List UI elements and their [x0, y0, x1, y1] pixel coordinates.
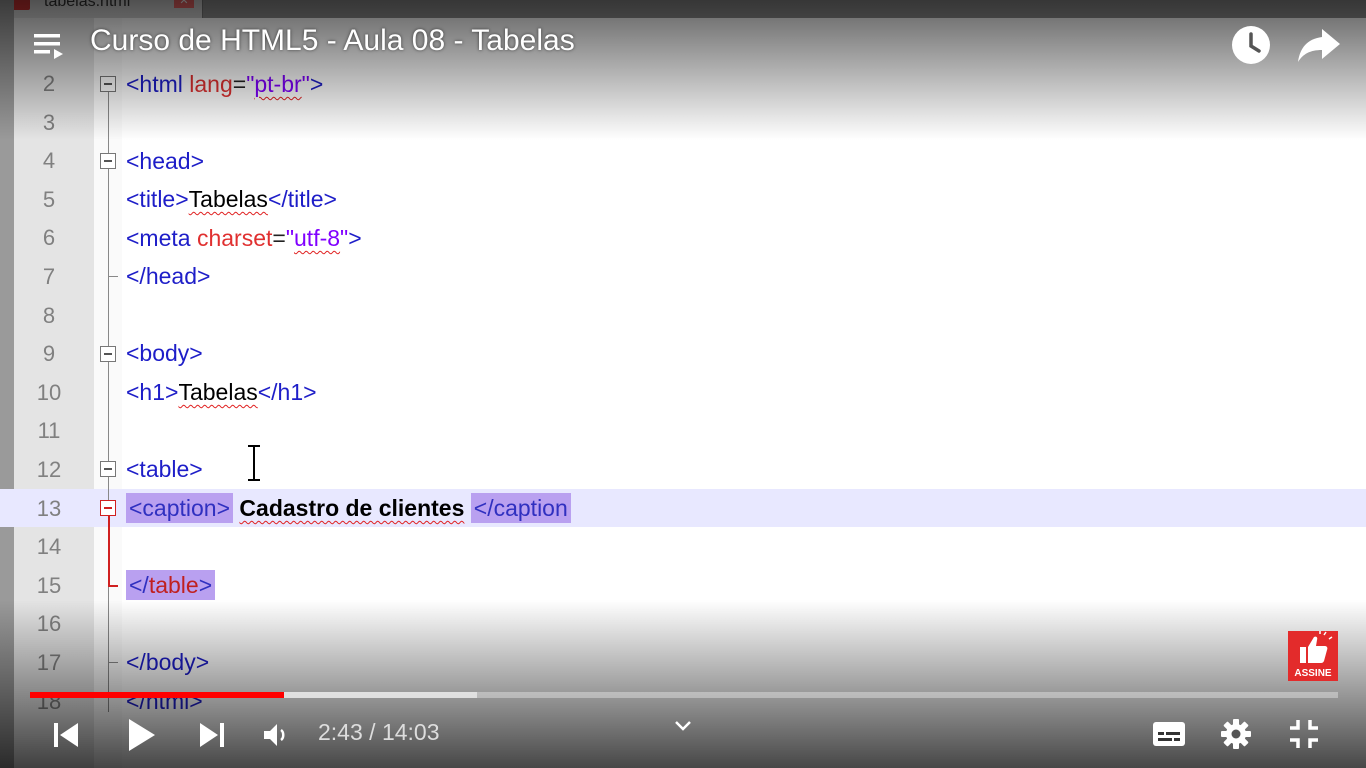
token-text: Cadastro de clientes: [239, 495, 465, 521]
token-tag: >: [348, 225, 362, 251]
token-tag: </h1>: [257, 379, 317, 405]
token-tag-highlighted: <caption>: [126, 493, 234, 523]
line-number: 18: [36, 688, 62, 714]
token-tag: <h1>: [126, 379, 179, 405]
subtitles-icon[interactable]: [1152, 720, 1186, 748]
line-number: 8: [42, 302, 56, 328]
file-tab-label: tabelas.html: [44, 0, 131, 10]
token-quote: ": [340, 225, 349, 251]
line-number: 4: [42, 148, 56, 174]
token-attr: lang: [189, 71, 233, 97]
next-icon[interactable]: [198, 720, 226, 750]
time-display: 2:43 / 14:03: [318, 719, 440, 746]
line-number: 10: [36, 379, 62, 405]
code-line-15: </table>: [126, 566, 216, 604]
token-tag: </title>: [267, 186, 337, 212]
line-number: 17: [36, 650, 62, 675]
line-number: 11: [37, 418, 61, 444]
code-line-7: </head>: [126, 263, 211, 289]
token-value: pt-br: [254, 71, 302, 97]
token-tag: >: [309, 71, 324, 97]
code-line-5: <title>Tabelas</title>: [126, 180, 337, 218]
share-icon[interactable]: [1296, 24, 1342, 66]
html-file-icon: [12, 0, 30, 10]
fold-toggle-head[interactable]: [100, 153, 116, 169]
code-line-6: <meta charset="utf-8">: [126, 219, 362, 257]
subscribe-label: ASSINE: [1294, 668, 1332, 679]
token-attr: charset: [196, 225, 273, 251]
watch-later-icon[interactable]: [1230, 24, 1272, 66]
line-number: 9: [42, 341, 56, 367]
fold-end-table: [108, 585, 118, 587]
line-number: 12: [36, 457, 62, 482]
play-icon[interactable]: [126, 716, 158, 754]
token-eq: =: [272, 225, 286, 251]
video-title[interactable]: Curso de HTML5 - Aula 08 - Tabelas: [90, 24, 575, 58]
code-line-18: </html>: [126, 688, 203, 714]
code-line-12: <table>: [126, 456, 203, 482]
code-line-13: <caption> Cadastro de clientes </caption: [126, 489, 571, 527]
line-number: 16: [36, 611, 62, 637]
line-number: 5: [42, 186, 56, 212]
fold-end-body: [108, 662, 118, 663]
token-tag-highlighted: </: [126, 570, 149, 600]
line-number: 3: [42, 109, 56, 135]
progress-played: [30, 692, 284, 698]
code-editor: tabelas.html ✕ 2 3 4 5 6 7 8 9 10 11 12 13 14 15 16 17 1…: [0, 0, 1366, 768]
text-cursor-icon: [248, 443, 260, 483]
token-text: Tabelas: [188, 186, 268, 212]
fold-guide-html: [108, 92, 109, 712]
exit-fullscreen-icon[interactable]: [1288, 718, 1320, 750]
subscribe-badge[interactable]: ASSINE: [1288, 631, 1338, 681]
token-quote: ": [301, 71, 310, 97]
close-tab-icon[interactable]: ✕: [174, 0, 194, 8]
time-current: 2:43: [318, 719, 363, 745]
fold-guide-caption: [108, 516, 110, 586]
token-quote: ": [285, 225, 295, 251]
line-number: 6: [42, 225, 56, 251]
line-number: 7: [42, 264, 56, 289]
editor-tab-bar: [0, 0, 1366, 18]
thumbs-up-icon: [1300, 631, 1333, 663]
token-tag: <html: [126, 71, 190, 97]
settings-icon[interactable]: [1220, 718, 1252, 750]
previous-icon[interactable]: [52, 720, 80, 750]
token-text: Tabelas: [178, 379, 258, 405]
line-number: 13: [36, 495, 62, 521]
code-line-2: <html lang="pt-br">: [126, 65, 323, 103]
token-tag: <title>: [126, 186, 189, 212]
fold-toggle-table[interactable]: [100, 461, 116, 477]
line-number: 2: [42, 71, 56, 96]
fold-toggle-body[interactable]: [100, 346, 116, 362]
time-total: 14:03: [381, 719, 440, 745]
window-border: [0, 0, 14, 768]
line-number: 15: [36, 572, 62, 598]
time-separator: /: [369, 719, 376, 745]
fold-toggle-html[interactable]: [100, 76, 116, 92]
progress-bar[interactable]: [30, 692, 1338, 698]
file-tab[interactable]: tabelas.html ✕: [2, 0, 203, 18]
volume-icon[interactable]: [262, 722, 290, 748]
token-tag-highlighted: </caption: [470, 493, 571, 523]
code-line-10: <h1>Tabelas</h1>: [126, 373, 317, 411]
token-eq: =: [232, 71, 247, 97]
code-line-9: <body>: [126, 340, 203, 366]
code-line-4: <head>: [126, 148, 205, 174]
line-number: 14: [36, 534, 62, 560]
token-tag-name-highlighted: table: [148, 570, 199, 600]
fold-end-head: [108, 276, 118, 277]
token-value: utf-8: [294, 225, 341, 251]
fold-toggle-caption[interactable]: [100, 500, 116, 516]
token-tag: <meta: [126, 225, 197, 251]
chevron-down-icon[interactable]: [672, 716, 694, 736]
code-line-17: </body>: [126, 649, 210, 675]
playlist-icon[interactable]: [32, 28, 68, 62]
token-tag-highlighted: >: [198, 570, 216, 600]
